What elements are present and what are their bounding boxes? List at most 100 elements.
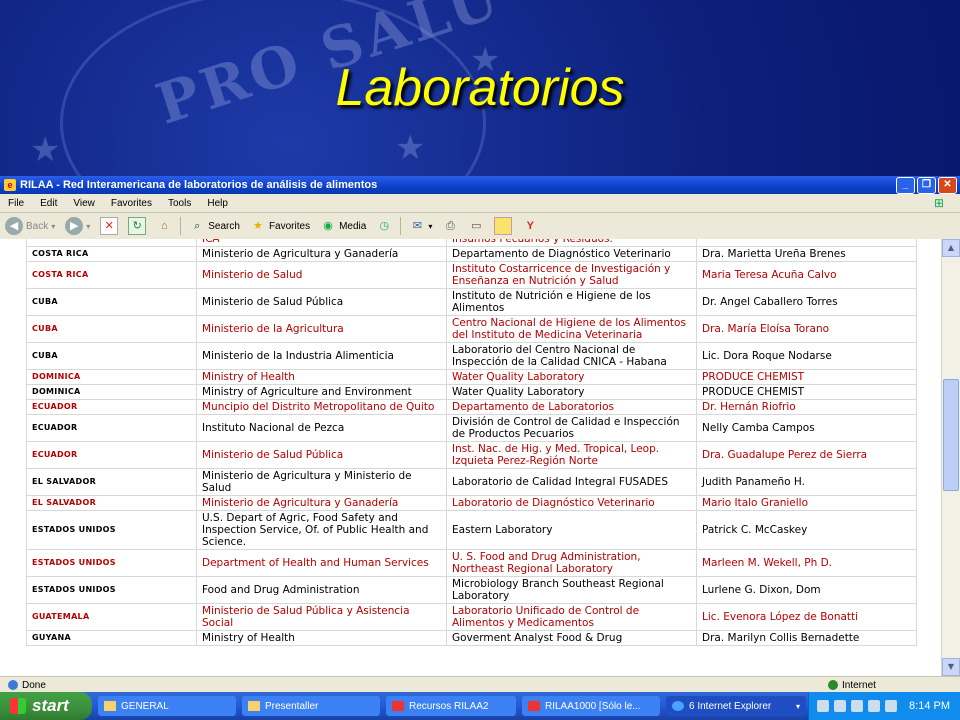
- task-label: 6 Internet Explorer: [689, 700, 772, 712]
- table-row: ECUADOR Instituto Nacional de Pezca Divisi…: [26, 414, 917, 442]
- status-bar: Done Internet: [0, 676, 960, 693]
- task-label: RILAA1000 [Sólo le...: [545, 700, 641, 712]
- task-recursos-rilaa2[interactable]: Recursos RILAA2: [386, 696, 516, 716]
- scroll-down-icon[interactable]: ▼: [942, 658, 960, 676]
- ministry-cell: Department of Health and Human Services: [196, 549, 447, 577]
- maximize-button[interactable]: ❐: [917, 177, 936, 194]
- tray-icon[interactable]: [834, 700, 846, 712]
- task-internet-explorer[interactable]: 6 Internet Explorer ▾: [666, 696, 806, 716]
- menu-bar: File Edit View Favorites Tools Help ⊞: [0, 194, 960, 213]
- tray-icon[interactable]: [851, 700, 863, 712]
- note-icon: [494, 217, 513, 235]
- media-button[interactable]: ◉ Media: [315, 218, 371, 234]
- history-button[interactable]: ◷: [371, 218, 397, 234]
- contact-cell: Mario Italo Graniello: [696, 495, 917, 511]
- search-button[interactable]: ⌕ Search: [184, 218, 245, 234]
- folder-icon: [248, 701, 260, 711]
- table-row: COSTA RICA Ministerio de Agricultura y Ga…: [26, 246, 917, 262]
- refresh-button[interactable]: ↻: [123, 217, 151, 235]
- table-row: ICA Insumos Pecuarios y Residuos.: [26, 239, 917, 247]
- taskbar: start GENERAL Presentaller Recursos RILA…: [0, 692, 960, 720]
- ministry-cell: Muncipio del Distrito Metropolitano de Q…: [196, 399, 447, 415]
- close-button[interactable]: ✕: [938, 177, 957, 194]
- forward-button[interactable]: ▶ ▾: [60, 217, 95, 235]
- page-done-icon: [8, 680, 18, 690]
- system-tray: 8:14 PM: [808, 692, 960, 720]
- menu-help[interactable]: Help: [199, 198, 236, 209]
- country-cell: DOMINICA: [26, 369, 197, 385]
- task-rilaa1000[interactable]: RILAA1000 [Sólo le...: [522, 696, 660, 716]
- home-button[interactable]: ⌂: [151, 218, 177, 234]
- discuss-button[interactable]: [489, 217, 517, 235]
- minimize-button[interactable]: _: [896, 177, 915, 194]
- mail-button[interactable]: ✉ ▾: [404, 218, 437, 234]
- window-titlebar[interactable]: e RILAA - Red Interamericana de laborato…: [0, 176, 960, 194]
- scroll-thumb[interactable]: [943, 379, 959, 491]
- contact-cell: Dra. Marietta Ureña Brenes: [696, 246, 917, 262]
- task-general[interactable]: GENERAL: [98, 696, 236, 716]
- scroll-up-icon[interactable]: ▲: [942, 239, 960, 257]
- table-row: DOMINICA Ministry of Agriculture and Envi…: [26, 384, 917, 400]
- ministry-cell: Food and Drug Administration: [196, 576, 447, 604]
- contact-cell: Dra. Marilyn Collis Bernadette: [696, 630, 917, 646]
- table-row: ESTADOS UNIDOS U.S. Depart of Agric, Food…: [26, 510, 917, 550]
- ministry-cell: Ministerio de Salud Pública y Asistencia…: [196, 603, 447, 631]
- browser-window: e RILAA - Red Interamericana de laborato…: [0, 176, 960, 693]
- back-arrow-icon: ◀: [5, 217, 23, 235]
- laboratory-cell: Microbiology Branch Southeast Regional L…: [446, 576, 697, 604]
- back-button[interactable]: ◀ Back ▾: [0, 217, 60, 235]
- country-cell: ECUADOR: [26, 441, 197, 469]
- folder-icon: [104, 701, 116, 711]
- messenger-button[interactable]: Y: [517, 218, 543, 234]
- country-cell: ECUADOR: [26, 399, 197, 415]
- page-content: ICA Insumos Pecuarios y Residuos. COSTA RI…: [0, 239, 942, 676]
- laboratory-cell: Eastern Laboratory: [446, 510, 697, 550]
- table-row: CUBA Ministerio de la Agricultura Centro N…: [26, 315, 917, 343]
- contact-cell: Maria Teresa Acuña Calvo: [696, 261, 917, 289]
- start-button[interactable]: start: [0, 692, 92, 720]
- table-row: ECUADOR Muncipio del Distrito Metropolita…: [26, 399, 917, 415]
- task-presentaller[interactable]: Presentaller: [242, 696, 380, 716]
- country-cell: CUBA: [26, 288, 197, 316]
- ministry-cell: ICA: [196, 239, 447, 247]
- menu-view[interactable]: View: [65, 198, 103, 209]
- star-icon: ★: [253, 220, 263, 232]
- powerpoint-icon: [528, 701, 540, 711]
- contact-cell: Dra. María Eloísa Torano: [696, 315, 917, 343]
- history-icon: ◷: [379, 220, 390, 232]
- tray-icon[interactable]: [817, 700, 829, 712]
- favorites-button[interactable]: ★ Favorites: [245, 218, 315, 234]
- ministry-cell: U.S. Depart of Agric, Food Safety and In…: [196, 510, 447, 550]
- country-cell: ESTADOS UNIDOS: [26, 576, 197, 604]
- stop-button[interactable]: ✕: [95, 217, 123, 235]
- powerpoint-icon: [392, 701, 404, 711]
- zone-label: Internet: [842, 679, 876, 691]
- table-row: DOMINICA Ministry of Health Water Quality …: [26, 369, 917, 385]
- country-cell: EL SALVADOR: [26, 468, 197, 496]
- vertical-scrollbar[interactable]: ▲ ▼: [941, 239, 960, 676]
- mail-icon: ✉: [412, 220, 422, 232]
- menu-favorites[interactable]: Favorites: [103, 198, 160, 209]
- tray-icon[interactable]: [868, 700, 880, 712]
- search-icon: ⌕: [194, 220, 201, 232]
- chevron-down-icon: ▾: [86, 221, 91, 231]
- laboratories-table: ICA Insumos Pecuarios y Residuos. COSTA RI…: [26, 239, 917, 646]
- table-row: CUBA Ministerio de la Industria Alimentic…: [26, 342, 917, 370]
- ministry-cell: Ministerio de Salud: [196, 261, 447, 289]
- ministry-cell: Ministerio de Salud Pública: [196, 441, 447, 469]
- contact-cell: Nelly Camba Campos: [696, 414, 917, 442]
- laboratory-cell: Water Quality Laboratory: [446, 369, 697, 385]
- menu-tools[interactable]: Tools: [160, 198, 199, 209]
- edit-button[interactable]: ▭: [463, 218, 489, 234]
- laboratory-cell: Laboratorio de Diagnóstico Veterinario: [446, 495, 697, 511]
- country-cell: GUYANA: [26, 630, 197, 646]
- ministry-cell: Ministerio de Salud Pública: [196, 288, 447, 316]
- country-cell: [26, 239, 197, 247]
- menu-file[interactable]: File: [0, 198, 32, 209]
- windows-flag-icon: [10, 698, 26, 714]
- tray-icon[interactable]: [885, 700, 897, 712]
- table-row: EL SALVADOR Ministerio de Agricultura y G…: [26, 495, 917, 511]
- menu-edit[interactable]: Edit: [32, 198, 65, 209]
- print-button[interactable]: ⎙: [437, 218, 463, 234]
- country-cell: ESTADOS UNIDOS: [26, 549, 197, 577]
